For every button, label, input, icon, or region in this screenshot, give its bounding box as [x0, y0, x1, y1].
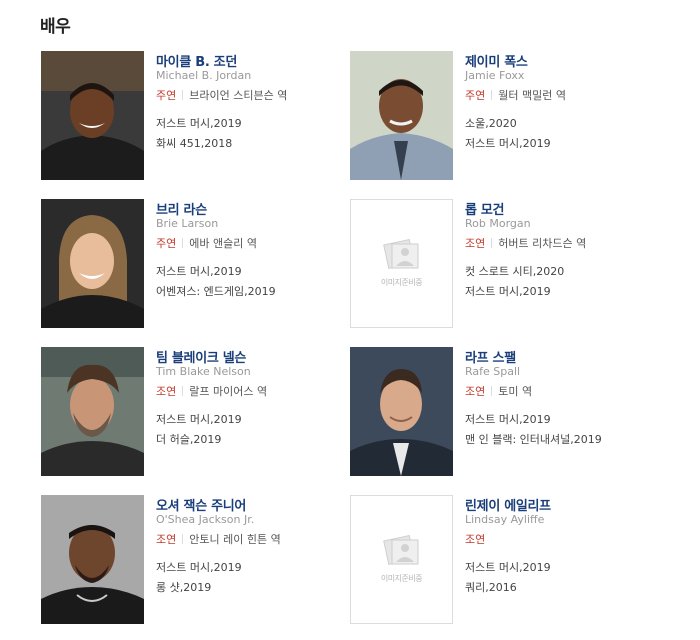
actor-name[interactable]: 팀 블레이크 넬슨: [156, 347, 246, 366]
work-link[interactable]: 저스트 머시,2019: [465, 135, 551, 151]
actor-photo[interactable]: [41, 495, 144, 624]
actor-english-name: Lindsay Ayliffe: [465, 513, 545, 526]
role-type: 조연: [156, 533, 177, 546]
role-name: 안토니 레이 힌튼 역: [189, 533, 281, 546]
actor-english-name: Rob Morgan: [465, 217, 531, 230]
actor-card: 브리 라슨 Brie Larson 주연 에바 앤슬리 역 저스트 머시,2019…: [41, 199, 341, 329]
role-type: 조연: [465, 533, 486, 546]
actor-english-name: O'Shea Jackson Jr.: [156, 513, 255, 526]
placeholder-text: 이미지준비중: [380, 574, 423, 583]
role-line: 주연 브라이언 스티븐슨 역: [156, 87, 287, 103]
work-link[interactable]: 화씨 451,2018: [156, 135, 232, 151]
work-link[interactable]: 저스트 머시,2019: [156, 559, 242, 575]
actor-name[interactable]: 브리 라슨: [156, 199, 207, 218]
work-link[interactable]: 맨 인 블랙: 인터내셔널,2019: [465, 431, 602, 447]
actor-english-name: Michael B. Jordan: [156, 69, 252, 82]
role-name: 브라이언 스티븐슨 역: [189, 89, 288, 102]
role-line: 조연: [465, 531, 485, 547]
photo-placeholder[interactable]: 이미지준비중: [350, 199, 453, 328]
actor-photo[interactable]: [41, 51, 144, 180]
actor-name[interactable]: 린제이 에일리프: [465, 495, 551, 514]
actor-photo[interactable]: [41, 199, 144, 328]
actor-card: 이미지준비중 롭 모건 Rob Morgan 조연 허버트 리차드슨 역 컷 스로…: [350, 199, 650, 329]
role-name: 월터 맥밀런 역: [498, 89, 566, 102]
divider: [182, 90, 184, 100]
actor-english-name: Tim Blake Nelson: [156, 365, 251, 378]
image-placeholder-icon: [382, 236, 422, 278]
work-link[interactable]: 저스트 머시,2019: [465, 283, 551, 299]
actor-card: 라프 스팰 Rafe Spall 조연 토미 역 저스트 머시,2019 맨 인 …: [350, 347, 650, 477]
actor-english-name: Jamie Foxx: [465, 69, 525, 82]
role-line: 조연 허버트 리차드슨 역: [465, 235, 586, 251]
work-link[interactable]: 롱 샷,2019: [156, 579, 211, 595]
actor-photo[interactable]: [350, 347, 453, 476]
image-placeholder-icon: [382, 532, 422, 574]
actor-name[interactable]: 마이클 B. 조던: [156, 51, 237, 70]
work-link[interactable]: 컷 스로트 시티,2020: [465, 263, 564, 279]
role-line: 조연 안토니 레이 힌튼 역: [156, 531, 281, 547]
role-line: 조연 랄프 마이어스 역: [156, 383, 267, 399]
actor-card: 이미지준비중 린제이 에일리프 Lindsay Ayliffe 조연 저스트 머…: [350, 495, 650, 625]
work-link[interactable]: 저스트 머시,2019: [156, 411, 242, 427]
role-line: 주연 월터 맥밀런 역: [465, 87, 566, 103]
work-link[interactable]: 쿼리,2016: [465, 579, 517, 595]
actor-card: 마이클 B. 조던 Michael B. Jordan 주연 브라이언 스티븐슨 …: [41, 51, 341, 181]
actor-name[interactable]: 오셔 잭슨 주니어: [156, 495, 246, 514]
role-line: 주연 에바 앤슬리 역: [156, 235, 257, 251]
section-title: 배우: [40, 17, 71, 37]
divider: [182, 386, 184, 396]
actor-name[interactable]: 제이미 폭스: [465, 51, 528, 70]
role-name: 허버트 리차드슨 역: [498, 237, 587, 250]
work-link[interactable]: 어벤져스: 엔드게임,2019: [156, 283, 276, 299]
actor-english-name: Brie Larson: [156, 217, 219, 230]
role-type: 주연: [156, 89, 177, 102]
actor-photo[interactable]: [350, 51, 453, 180]
divider: [182, 238, 184, 248]
role-name: 에바 앤슬리 역: [189, 237, 257, 250]
divider: [491, 386, 493, 396]
actor-card: 오셔 잭슨 주니어 O'Shea Jackson Jr. 조연 안토니 레이 힌튼…: [41, 495, 341, 625]
role-line: 조연 토미 역: [465, 383, 532, 399]
actor-card: 팀 블레이크 넬슨 Tim Blake Nelson 조연 랄프 마이어스 역 저…: [41, 347, 341, 477]
placeholder-text: 이미지준비중: [380, 278, 423, 287]
work-link[interactable]: 더 허슬,2019: [156, 431, 221, 447]
actor-english-name: Rafe Spall: [465, 365, 521, 378]
role-type: 주연: [156, 237, 177, 250]
divider: [182, 534, 184, 544]
work-link[interactable]: 저스트 머시,2019: [465, 559, 551, 575]
actor-card: 제이미 폭스 Jamie Foxx 주연 월터 맥밀런 역 소울,2020 저스트…: [350, 51, 650, 181]
actor-name[interactable]: 롭 모건: [465, 199, 505, 218]
divider: [491, 90, 493, 100]
role-name: 토미 역: [498, 385, 533, 398]
role-type: 조연: [465, 385, 486, 398]
photo-placeholder[interactable]: 이미지준비중: [350, 495, 453, 624]
role-type: 조연: [465, 237, 486, 250]
actor-photo[interactable]: [41, 347, 144, 476]
role-type: 조연: [156, 385, 177, 398]
divider: [491, 238, 493, 248]
actor-name[interactable]: 라프 스팰: [465, 347, 516, 366]
work-link[interactable]: 저스트 머시,2019: [156, 115, 242, 131]
work-link[interactable]: 저스트 머시,2019: [465, 411, 551, 427]
role-type: 주연: [465, 89, 486, 102]
role-name: 랄프 마이어스 역: [189, 385, 268, 398]
work-link[interactable]: 소울,2020: [465, 115, 517, 131]
work-link[interactable]: 저스트 머시,2019: [156, 263, 242, 279]
